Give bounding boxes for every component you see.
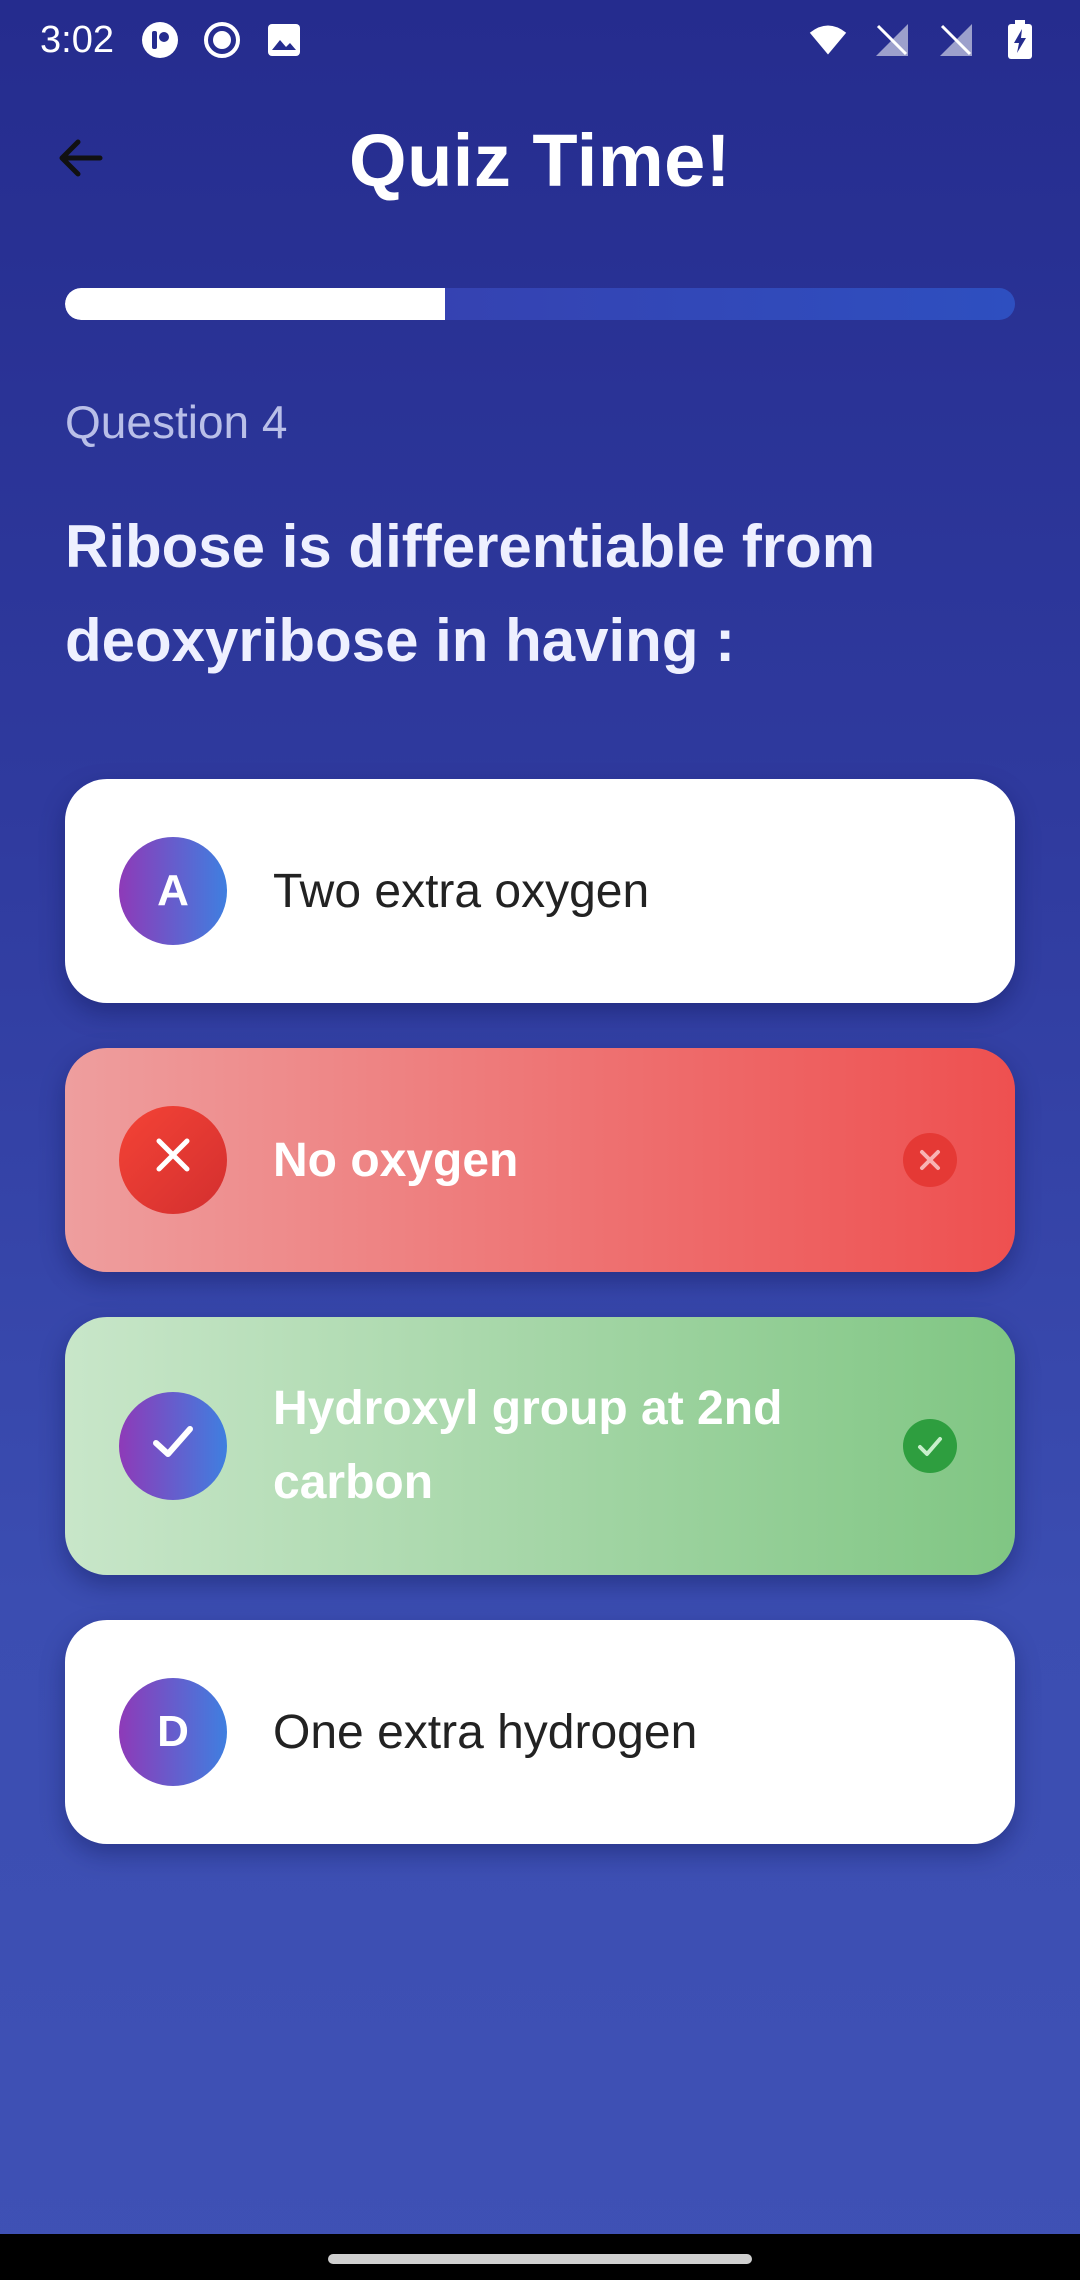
quiz-progress-bar — [65, 288, 1015, 320]
option-letter-badge: D — [119, 1678, 227, 1786]
signal-off-icon — [936, 20, 976, 60]
check-icon — [148, 1416, 198, 1477]
quiz-progress-fill — [65, 288, 445, 320]
correct-badge — [119, 1392, 227, 1500]
system-navigation-bar — [0, 2234, 1080, 2280]
option-a[interactable]: A Two extra oxygen — [65, 779, 1015, 1003]
option-c[interactable]: Hydroxyl group at 2nd carbon — [65, 1317, 1015, 1575]
wrong-badge — [119, 1106, 227, 1214]
question-text: Ribose is differentiable from deoxyribos… — [65, 513, 876, 674]
option-d[interactable]: D One extra hydrogen — [65, 1620, 1015, 1844]
page-title: Quiz Time! — [349, 119, 731, 202]
option-text: Hydroxyl group at 2nd carbon — [273, 1382, 783, 1509]
status-time: 3:02 — [40, 18, 114, 61]
record-icon — [202, 20, 242, 60]
option-text: One extra hydrogen — [273, 1705, 698, 1759]
notification-app-icon — [140, 20, 180, 60]
close-icon — [151, 1133, 195, 1188]
status-bar: 3:02 — [0, 0, 1080, 80]
correct-answer-icon — [903, 1419, 957, 1473]
status-right-icons — [808, 20, 1040, 60]
image-icon — [264, 20, 304, 60]
option-text: Two extra oxygen — [273, 864, 650, 918]
signal-off-icon — [872, 20, 912, 60]
status-left-icons — [140, 20, 304, 60]
wrong-answer-icon — [903, 1133, 957, 1187]
option-text: No oxygen — [273, 1133, 519, 1187]
option-b[interactable]: No oxygen — [65, 1048, 1015, 1272]
wifi-icon — [808, 20, 848, 60]
option-letter-badge: A — [119, 837, 227, 945]
app-bar: Quiz Time! — [0, 100, 1080, 220]
home-gesture-handle[interactable] — [328, 2254, 752, 2264]
question-number: Question 4 — [65, 396, 288, 448]
battery-charging-icon — [1000, 20, 1040, 60]
